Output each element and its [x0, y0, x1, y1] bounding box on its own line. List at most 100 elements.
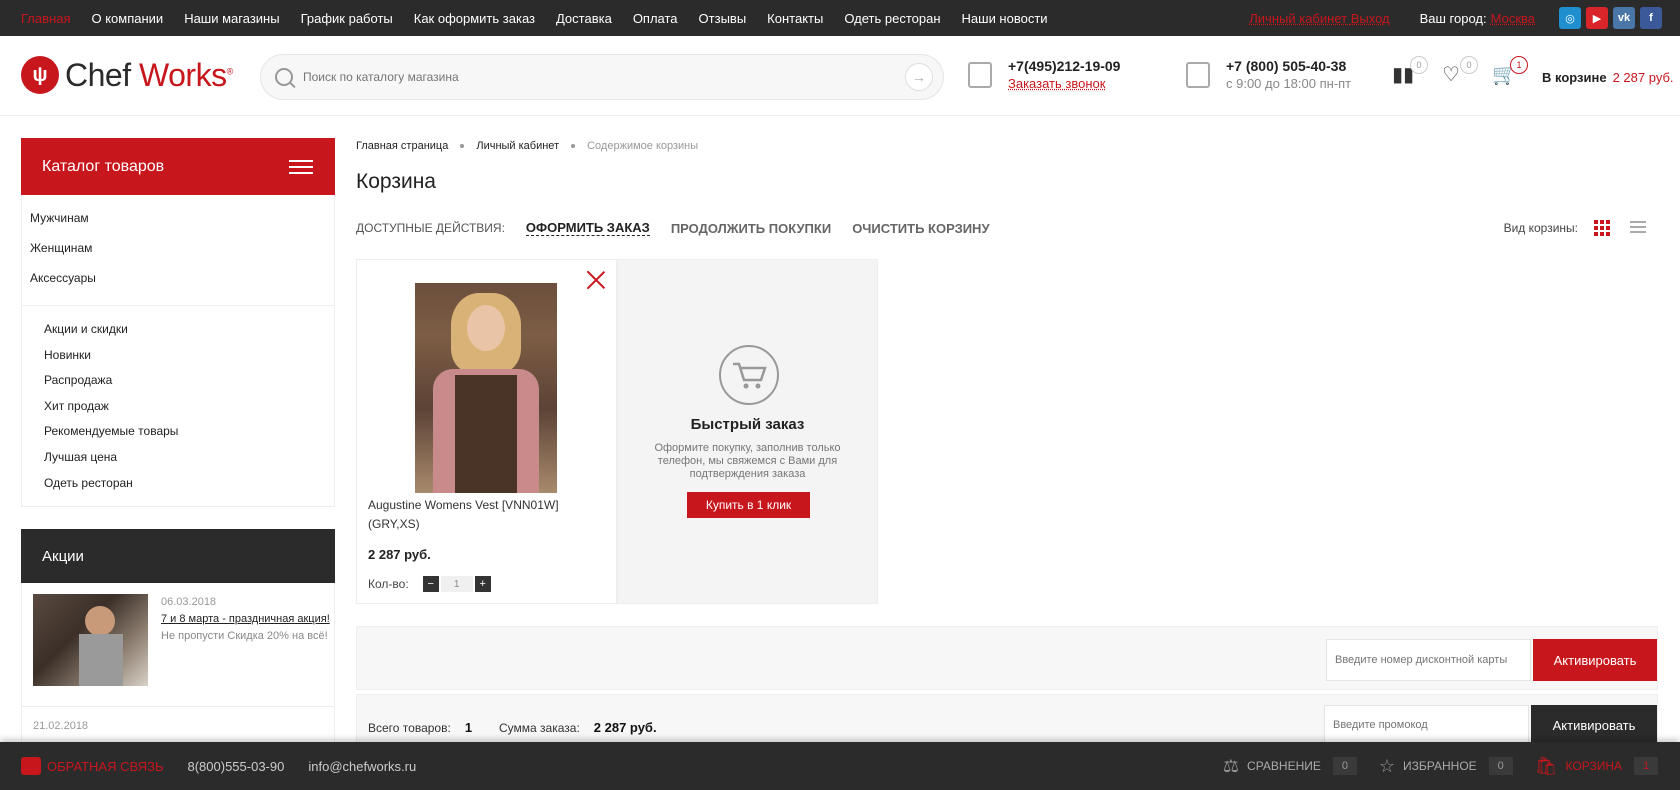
catalog-item-women[interactable]: Женщинам	[30, 241, 334, 271]
total-items-value: 1	[464, 720, 473, 735]
continue-shopping-link[interactable]: ПРОДОЛЖИТЬ ПОКУПКИ	[671, 221, 831, 236]
list-view-icon[interactable]	[1630, 220, 1646, 236]
promo-code-input[interactable]	[1324, 705, 1529, 745]
nav-payment[interactable]: Оплата	[633, 11, 678, 26]
promo-image[interactable]	[33, 594, 148, 686]
nav-schedule[interactable]: График работы	[301, 11, 393, 26]
product-image[interactable]	[415, 283, 557, 493]
view-label: Вид корзины:	[1503, 221, 1578, 235]
breadcrumb-separator	[460, 144, 465, 148]
catalog-menu: Мужчинам Женщинам Аксессуары Акции и ски…	[21, 195, 335, 507]
callback-link[interactable]: Заказать звонок	[1008, 76, 1120, 91]
chefworks-logo[interactable]: ψ Chef Works®	[21, 56, 233, 94]
footer-phone[interactable]: 8(800)555-03-90	[188, 759, 285, 774]
facebook-icon[interactable]: f	[1640, 7, 1662, 29]
instagram-icon[interactable]: ◎	[1559, 7, 1581, 29]
footer-cart-button[interactable]: 🛍 КОРЗИНА 1	[1535, 756, 1658, 777]
logo-text: Chef Works®	[65, 57, 233, 94]
cart-count-badge: 1	[1510, 56, 1528, 74]
vk-icon[interactable]: vk	[1613, 7, 1635, 29]
breadcrumb-separator	[571, 144, 576, 148]
catalog-item-bestsellers[interactable]: Хит продаж	[44, 399, 334, 425]
nav-home[interactable]: Главная	[21, 11, 70, 26]
promotions-header[interactable]: Акции	[21, 529, 335, 583]
feedback-label: ОБРАТНАЯ СВЯЗЬ	[47, 758, 164, 774]
phone-number-1[interactable]: +7(495)212-19-09	[1008, 58, 1120, 74]
topbar-right: Личный кабинет Выход Ваш город: Москва ◎…	[1249, 0, 1680, 36]
clear-cart-link[interactable]: ОЧИСТИТЬ КОРЗИНУ	[852, 221, 989, 236]
fork-logo-icon: ψ	[21, 56, 59, 94]
footer-favorites-label: ИЗБРАННОЕ	[1403, 759, 1477, 773]
city-selector[interactable]: Москва	[1491, 11, 1535, 26]
grid-view-icon[interactable]	[1594, 220, 1610, 236]
catalog-item-dress-restaurant[interactable]: Одеть ресторан	[44, 476, 334, 502]
phone-block-1: +7(495)212-19-09 Заказать звонок	[968, 58, 1120, 91]
cart-product-card: Augustine Womens Vest [VNN01W] (GRY,XS) …	[356, 259, 617, 604]
quantity-input[interactable]: 1	[440, 576, 473, 592]
cart-label[interactable]: В корзине	[1542, 70, 1607, 85]
product-name[interactable]: Augustine Womens Vest [VNN01W] (GRY,XS)	[368, 496, 588, 534]
quantity-increase-button[interactable]: +	[474, 576, 491, 592]
breadcrumb-cabinet[interactable]: Личный кабинет	[476, 140, 559, 152]
cart-sum[interactable]: 2 287 руб.	[1613, 70, 1674, 85]
favorites-button[interactable]: ♡ 0	[1442, 56, 1478, 92]
checkout-link[interactable]: ОФОРМИТЬ ЗАКАЗ	[525, 220, 650, 236]
youtube-icon[interactable]: ▶	[1586, 7, 1608, 29]
nav-how-to-order[interactable]: Как оформить заказ	[414, 11, 535, 26]
catalog-main-list: Мужчинам Женщинам Аксессуары	[22, 195, 334, 301]
discount-card-input[interactable]	[1326, 639, 1531, 681]
search-input[interactable]	[303, 70, 883, 84]
activate-promo-button[interactable]: Активировать	[1531, 705, 1657, 745]
search-icon	[275, 68, 293, 86]
cabinet-link[interactable]: Личный кабинет	[1249, 11, 1347, 26]
compare-button[interactable]: ▮▮ 0	[1392, 56, 1428, 92]
total-items: Всего товаров: 1	[368, 720, 472, 735]
buy-one-click-button[interactable]: Купить в 1 клик	[687, 492, 810, 518]
footer-email[interactable]: info@chefworks.ru	[308, 759, 416, 774]
total-items-label: Всего товаров:	[368, 721, 451, 735]
promo-link[interactable]: 7 и 8 марта - праздничная акция!	[161, 613, 330, 625]
search-submit-arrow-icon[interactable]: →	[905, 63, 933, 91]
nav-news[interactable]: Наши новости	[962, 11, 1048, 26]
phone-icon	[968, 62, 992, 88]
nav-dress-restaurant[interactable]: Одеть ресторан	[844, 11, 940, 26]
catalog-item-men[interactable]: Мужчинам	[30, 211, 334, 241]
nav-stores[interactable]: Наши магазины	[184, 11, 279, 26]
quantity-decrease-button[interactable]: −	[422, 576, 439, 592]
catalog-item-sales[interactable]: Акции и скидки	[44, 322, 334, 348]
catalog-item-clearance[interactable]: Распродажа	[44, 373, 334, 399]
nav-about[interactable]: О компании	[91, 11, 163, 26]
footer-favorites-button[interactable]: ☆ ИЗБРАННОЕ 0	[1379, 756, 1513, 777]
city-label: Ваш город:	[1419, 10, 1487, 26]
phone-number-2[interactable]: +7 (800) 505-40-38	[1226, 58, 1351, 74]
feedback-button[interactable]: ОБРАТНАЯ СВЯЗЬ	[21, 757, 164, 775]
activate-discount-button[interactable]: Активировать	[1533, 639, 1657, 681]
social-links: ◎ ▶ vk f	[1559, 7, 1662, 29]
phone-block-2: +7 (800) 505-40-38 с 9:00 до 18:00 пн-пт	[1186, 58, 1351, 91]
catalog-header[interactable]: Каталог товаров	[21, 138, 335, 195]
catalog-item-recommended[interactable]: Рекомендуемые товары	[44, 424, 334, 450]
footer-compare-count: 0	[1332, 757, 1357, 775]
quick-order-title: Быстрый заказ	[690, 416, 805, 433]
breadcrumb-current: Содержимое корзины	[587, 140, 699, 152]
catalog-item-best-price[interactable]: Лучшая цена	[44, 450, 334, 476]
heart-icon: ♡	[1442, 64, 1460, 86]
header-icons: ▮▮ 0 ♡ 0 🛒 1 В корзине 2 287 руб.	[1392, 56, 1674, 92]
nav-contacts[interactable]: Контакты	[767, 11, 823, 26]
catalog-item-new[interactable]: Новинки	[44, 348, 334, 374]
cart-button[interactable]: 🛒 1	[1492, 56, 1528, 92]
menu-burger-icon[interactable]	[289, 160, 313, 174]
logout-link[interactable]: Выход	[1351, 11, 1390, 26]
quantity-stepper: Кол-во: − 1 +	[368, 576, 491, 592]
nav-reviews[interactable]: Отзывы	[699, 11, 747, 26]
footer-compare-button[interactable]: ⚖ СРАВНЕНИЕ 0	[1223, 756, 1357, 777]
scales-icon: ⚖	[1222, 755, 1240, 776]
catalog-item-accessories[interactable]: Аксессуары	[30, 271, 334, 301]
main-menu: Главная О компании Наши магазины График …	[21, 11, 1069, 26]
top-navigation-bar: Главная О компании Наши магазины График …	[0, 0, 1680, 36]
promo-divider	[22, 706, 334, 707]
remove-item-close-icon[interactable]	[586, 270, 606, 290]
breadcrumb-home[interactable]: Главная страница	[356, 140, 448, 152]
quick-order-description: Оформите покупку, заполнив только телефо…	[654, 442, 841, 480]
nav-delivery[interactable]: Доставка	[556, 11, 612, 26]
